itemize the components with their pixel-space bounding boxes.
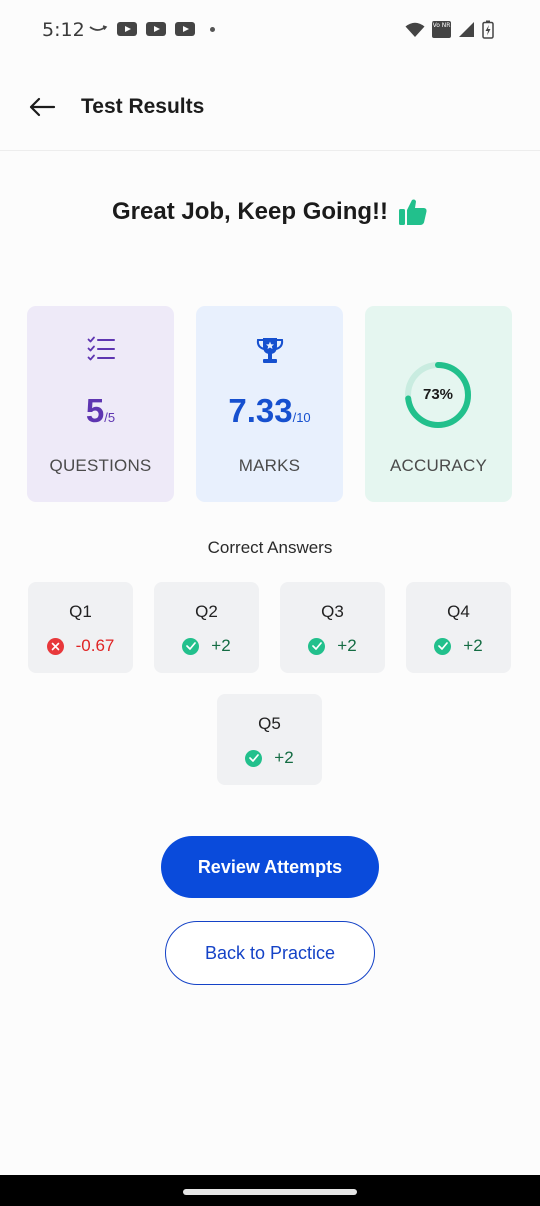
thumbs-up-icon — [399, 199, 427, 225]
notification-icons — [88, 22, 215, 36]
page-title: Test Results — [81, 95, 205, 118]
signal-icon — [459, 22, 474, 37]
app-bar: Test Results — [0, 62, 540, 151]
check-icon — [434, 637, 452, 655]
answer-question: Q4 — [447, 602, 470, 621]
trophy-icon — [256, 338, 283, 363]
battery-charging-icon — [482, 20, 494, 39]
answer-score: -0.67 — [75, 636, 115, 655]
checklist-icon — [87, 336, 115, 361]
system-nav-bar — [0, 1175, 540, 1206]
answer-tile-q4[interactable]: Q4 +2 — [406, 582, 511, 673]
check-icon — [308, 637, 326, 655]
answer-tile-q3[interactable]: Q3 +2 — [280, 582, 385, 673]
answer-tile-q2[interactable]: Q2 +2 — [154, 582, 259, 673]
answer-score: +2 — [337, 636, 357, 655]
status-time: 5:12 — [42, 19, 85, 41]
correct-answers-title: Correct Answers — [207, 538, 333, 557]
answer-question: Q1 — [69, 602, 92, 621]
answer-question: Q5 — [258, 714, 281, 733]
accuracy-value: 73% — [422, 386, 454, 403]
system-icons: Vo NR — [405, 20, 494, 39]
test-results-screen: 5:12 Vo NR Test Results Great Job, Keep … — [0, 0, 540, 1206]
questions-total: /5 — [104, 410, 116, 425]
home-indicator[interactable] — [183, 1189, 357, 1195]
amazon-smile-icon — [89, 25, 108, 31]
youtube-icon — [117, 22, 137, 36]
volte-icon: Vo NR — [432, 21, 451, 38]
answer-score: +2 — [274, 748, 294, 767]
youtube-icon — [175, 22, 195, 36]
review-attempts-button[interactable]: Review Attempts — [161, 836, 379, 898]
answer-tile-q1[interactable]: Q1 -0.67 — [28, 582, 133, 673]
answer-score: +2 — [463, 636, 483, 655]
answer-tile-q5[interactable]: Q5 +2 — [217, 694, 322, 785]
accuracy-label: ACCURACY — [389, 456, 487, 475]
dot-icon — [210, 26, 215, 32]
wifi-icon — [405, 22, 425, 37]
check-icon — [182, 637, 200, 655]
status-bar: 5:12 Vo NR — [0, 0, 540, 62]
arrow-left-icon — [29, 97, 56, 117]
back-to-practice-button[interactable]: Back to Practice — [165, 921, 375, 985]
marks-value: 7.33 — [228, 392, 293, 429]
wrong-icon — [46, 637, 64, 655]
headline: Great Job, Keep Going!! — [0, 198, 540, 226]
answer-question: Q2 — [195, 602, 218, 621]
youtube-icon — [146, 22, 166, 36]
back-button[interactable] — [28, 92, 58, 122]
marks-card: 7.33/10 MARKS — [196, 306, 343, 502]
questions-card: 5/5 QUESTIONS — [27, 306, 174, 502]
check-icon — [245, 749, 263, 767]
questions-label: QUESTIONS — [49, 456, 152, 475]
questions-value: 5 — [85, 392, 105, 429]
marks-total: /10 — [292, 410, 311, 425]
headline-text: Great Job, Keep Going!! — [111, 198, 389, 225]
accuracy-card: 73% ACCURACY — [365, 306, 512, 502]
answer-score: +2 — [211, 636, 231, 655]
answer-question: Q3 — [321, 602, 344, 621]
marks-label: MARKS — [238, 456, 301, 475]
